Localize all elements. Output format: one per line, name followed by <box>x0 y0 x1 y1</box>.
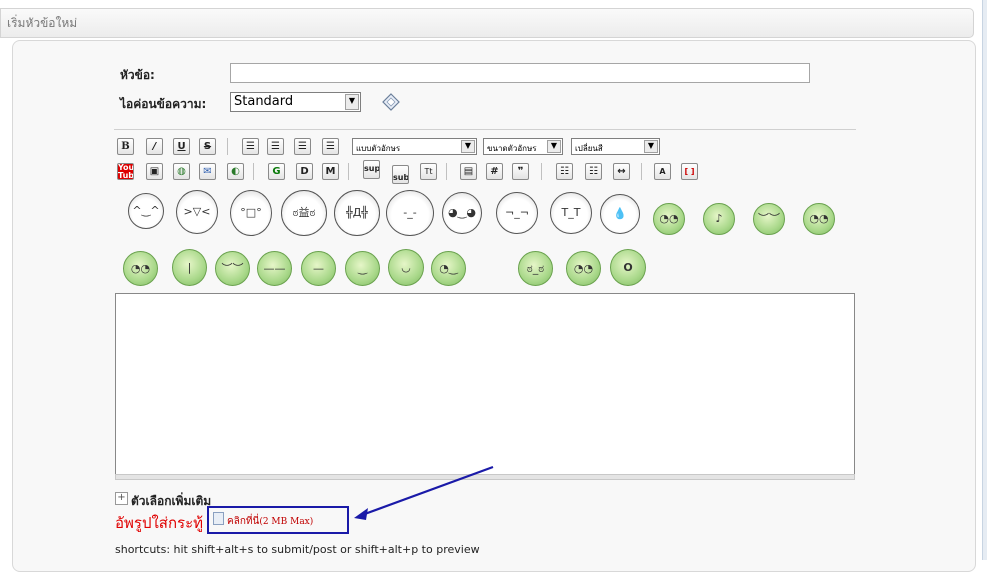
smiley-onion-angry-icon[interactable]: ಠ益ಠ <box>281 190 327 236</box>
upload-size-note: (2 MB Max) <box>259 517 314 527</box>
upload-link[interactable]: คลิกที่นี่(2 MB Max) <box>227 514 313 529</box>
quote-icon[interactable]: ❞ <box>512 163 529 180</box>
remove-format-icon[interactable]: A <box>654 163 671 180</box>
smiley-green-neutral-icon[interactable]: — <box>301 251 336 286</box>
align-left-button[interactable]: ☰ <box>242 138 259 155</box>
code-icon[interactable]: [ ] <box>681 163 698 180</box>
smiley-onion-icon[interactable]: ^‿^ <box>128 193 164 229</box>
toolbar-separator <box>348 163 349 180</box>
justify-button[interactable]: ☰ <box>322 138 339 155</box>
font-family-select[interactable]: แบบตัวอักษร ▼ <box>352 138 477 155</box>
smiley-green-scream-icon[interactable]: O <box>610 249 646 286</box>
smiley-green-smug-icon[interactable]: ◔◔ <box>566 251 601 286</box>
align-center-button[interactable]: ☰ <box>267 138 284 155</box>
font-color-value: เปลี่ยนสี <box>575 144 603 153</box>
toolbar-separator <box>446 163 447 180</box>
toolbar-separator <box>227 138 228 155</box>
attachment-icon <box>213 512 224 525</box>
align-right-button[interactable]: ☰ <box>294 138 311 155</box>
message-editor[interactable] <box>115 293 855 475</box>
smiley-green-confused-icon[interactable]: ◔‿ <box>431 251 466 286</box>
image-icon[interactable]: ▣ <box>146 163 163 180</box>
subscript-button[interactable]: sub <box>392 165 409 184</box>
expand-plus-icon[interactable]: + <box>115 492 128 505</box>
smiley-onion-blush-icon[interactable]: ◕‿◕ <box>442 192 482 234</box>
smiley-green-grumpy-icon[interactable]: ಠ_ಠ <box>518 251 553 286</box>
smiley-onion-rage-icon[interactable]: ╬Д╬ <box>334 190 380 236</box>
smiley-green-content-icon[interactable]: ︶︶ <box>753 203 785 235</box>
icon-select[interactable]: Standard ▼ <box>230 92 361 112</box>
smiley-green-worried-icon[interactable]: ◔◔ <box>803 203 835 235</box>
strikethrough-button[interactable]: S <box>199 138 216 155</box>
smiley-green-calm-icon[interactable]: ‿ <box>345 251 380 286</box>
dictionary-button[interactable]: D <box>296 163 313 180</box>
table-icon[interactable]: ▤ <box>460 163 477 180</box>
email-icon[interactable]: ✉ <box>199 163 216 180</box>
icon-select-value: Standard <box>234 94 294 109</box>
chevron-down-icon: ▼ <box>547 140 561 153</box>
smiley-onion-sweat-icon[interactable]: 💧 <box>600 194 640 234</box>
upload-link-text[interactable]: คลิกที่นี่ <box>227 516 259 527</box>
unlink-icon[interactable]: ◐ <box>227 163 244 180</box>
smiley-onion-laugh-icon[interactable]: >▽< <box>176 190 218 234</box>
toolbar-divider <box>114 129 856 130</box>
bold-button[interactable]: B <box>117 138 134 155</box>
editor-resize-handle[interactable] <box>115 474 855 480</box>
smiley-green-music-icon[interactable]: ♪ <box>703 203 735 235</box>
toolbar-separator <box>253 163 254 180</box>
section-header: เริ่มหัวข้อใหม่ <box>0 8 974 38</box>
hash-button[interactable]: # <box>486 163 503 180</box>
smiley-green-sad-icon[interactable]: ◔◔ <box>123 251 158 286</box>
font-family-value: แบบตัวอักษร <box>356 144 401 153</box>
shortcuts-hint: shortcuts: hit shift+alt+s to submit/pos… <box>115 543 480 556</box>
font-color-select[interactable]: เปลี่ยนสี ▼ <box>571 138 660 155</box>
google-button[interactable]: G <box>268 163 285 180</box>
more-options-toggle[interactable]: ตัวเลือกเพิ่มเติม <box>131 492 211 511</box>
smiley-green-shock-icon[interactable]: | <box>172 249 207 286</box>
window-right-edge <box>982 0 987 560</box>
section-title: เริ่มหัวข้อใหม่ <box>7 16 78 30</box>
change-case-button[interactable]: Tt <box>420 163 437 180</box>
chevron-down-icon: ▼ <box>345 94 359 110</box>
smiley-onion-cry-icon[interactable]: T_T <box>550 192 592 234</box>
chevron-down-icon: ▼ <box>461 140 475 153</box>
horizontal-rule-icon[interactable]: ↔ <box>613 163 630 180</box>
upload-label: อัพรูปใส่กระทู้ <box>115 514 204 532</box>
diamond-icon <box>382 93 400 111</box>
numbered-list-icon[interactable]: ☷ <box>585 163 602 180</box>
smiley-green-grin-icon[interactable]: ◔◔ <box>653 203 685 235</box>
chevron-down-icon: ▼ <box>644 140 658 153</box>
media-button[interactable]: M <box>322 163 339 180</box>
underline-button[interactable]: U <box>173 138 190 155</box>
toolbar-separator <box>641 163 642 180</box>
font-size-value: ขนาดตัวอักษร <box>487 144 537 153</box>
icon-label: ไอค่อนข้อความ: <box>120 97 207 111</box>
italic-button[interactable]: / <box>146 138 163 155</box>
smiley-onion-ninja-icon[interactable]: -_- <box>386 190 434 236</box>
title-label: หัวข้อ: <box>120 68 155 82</box>
font-size-select[interactable]: ขนาดตัวอักษร ▼ <box>483 138 563 155</box>
youtube-button[interactable]: You Tube <box>117 163 134 180</box>
title-input[interactable] <box>230 63 810 83</box>
bullet-list-icon[interactable]: ☷ <box>556 163 573 180</box>
smiley-green-bigsmile-icon[interactable]: ◡ <box>388 249 424 286</box>
link-icon[interactable]: ◍ <box>173 163 190 180</box>
smiley-green-sleepy-icon[interactable]: ︶︶ <box>215 251 250 286</box>
smiley-green-flat-icon[interactable]: —— <box>257 251 292 286</box>
smiley-onion-shout-icon[interactable]: °□° <box>230 190 272 236</box>
toolbar-separator <box>541 163 542 180</box>
superscript-button[interactable]: sup <box>363 160 380 179</box>
smiley-onion-hmm-icon[interactable]: ¬_¬ <box>496 192 538 234</box>
